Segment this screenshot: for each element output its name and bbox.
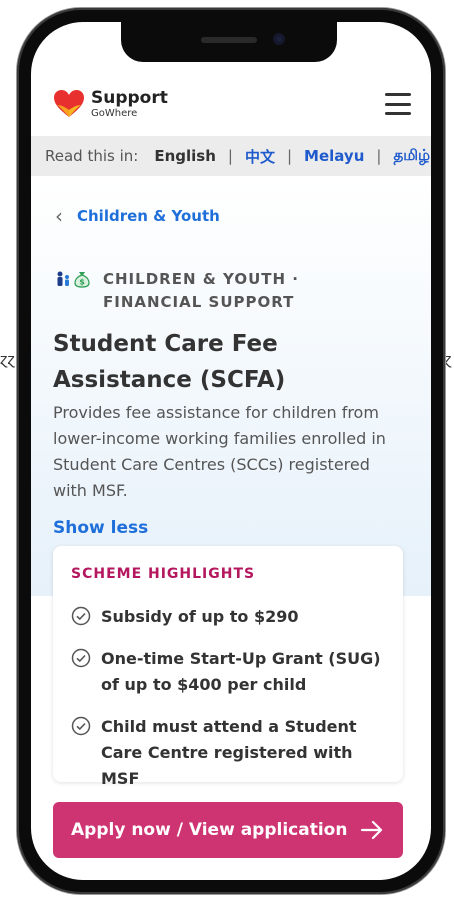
- breadcrumb-back-link[interactable]: ‹ Children & Youth: [55, 206, 220, 226]
- phone-notch: [121, 22, 337, 62]
- scheme-title: Student Care Fee Assistance (SCFA): [53, 331, 286, 393]
- chevron-left-icon: ‹: [55, 204, 63, 228]
- hamburger-menu-icon[interactable]: [385, 93, 411, 115]
- money-bag-icon: $: [74, 272, 90, 288]
- check-circle-icon: [71, 606, 91, 626]
- svg-text:$: $: [79, 278, 85, 287]
- apply-now-button[interactable]: Apply now / View application: [53, 802, 403, 858]
- category-line-2: FINANCIAL SUPPORT: [103, 293, 295, 311]
- phone-frame: Support GoWhere Read this in: English | …: [17, 8, 445, 894]
- site-header: Support GoWhere: [31, 78, 431, 130]
- category-line-1: CHILDREN & YOUTH ·: [103, 270, 299, 288]
- category-icons: $: [55, 270, 91, 288]
- highlight-text: Subsidy of up to $290: [101, 607, 299, 626]
- camera-icon: [273, 33, 285, 45]
- heart-hands-logo-icon: [54, 90, 84, 117]
- family-icon: [57, 271, 69, 286]
- left-edge-mark: ɀɀ: [0, 352, 15, 368]
- highlight-item: Subsidy of up to $290: [71, 604, 391, 630]
- apply-now-label: Apply now / View application: [71, 820, 348, 840]
- logo-subtitle: GoWhere: [91, 107, 138, 119]
- language-option-tamil[interactable]: தமிழ்: [393, 146, 430, 166]
- right-edge-mark: ɀ: [444, 352, 452, 368]
- highlight-item: One-time Start-Up Grant (SUG) of up to $…: [71, 646, 391, 698]
- supportgowhere-logo[interactable]: Support GoWhere: [53, 88, 168, 120]
- language-option-malay[interactable]: Melayu: [304, 147, 364, 165]
- scheme-category: $ CHILDREN & YOUTH · FINANCIAL SUPPORT: [55, 268, 299, 314]
- scheme-hero: ‹ Children & Youth $ CHILDREN & YOUTH · …: [31, 176, 431, 596]
- highlight-item: Child must attend a Student Care Centre …: [71, 714, 391, 792]
- language-option-chinese[interactable]: 中文: [245, 146, 275, 167]
- arrow-right-icon: [360, 820, 383, 840]
- scheme-description: Provides fee assistance for children fro…: [53, 403, 386, 500]
- language-bar: Read this in: English | 中文 | Melayu | தம…: [31, 136, 431, 176]
- breadcrumb-label: Children & Youth: [77, 207, 220, 225]
- speaker-grille: [201, 37, 257, 43]
- language-label: Read this in:: [45, 147, 139, 165]
- show-less-link[interactable]: Show less: [53, 518, 148, 538]
- highlight-text: One-time Start-Up Grant (SUG) of up to $…: [101, 649, 381, 694]
- highlight-text: Child must attend a Student Care Centre …: [101, 717, 357, 788]
- check-circle-icon: [71, 716, 91, 736]
- highlights-heading: SCHEME HIGHLIGHTS: [71, 566, 256, 582]
- phone-screen: Support GoWhere Read this in: English | …: [31, 22, 431, 880]
- scheme-highlights-card: SCHEME HIGHLIGHTS Subsidy of up to $290 …: [53, 546, 403, 788]
- logo-title: Support: [91, 87, 168, 108]
- language-option-english[interactable]: English: [154, 147, 216, 165]
- check-circle-icon: [71, 648, 91, 668]
